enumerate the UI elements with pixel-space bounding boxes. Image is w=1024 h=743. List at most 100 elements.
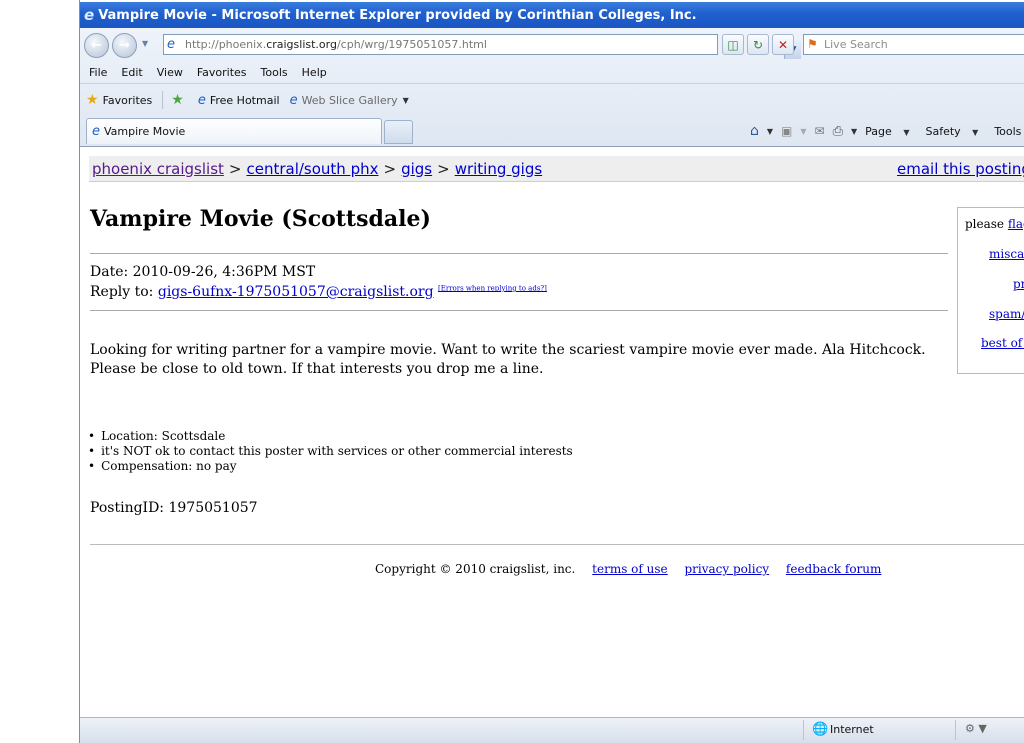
new-tab-button[interactable] bbox=[384, 120, 413, 144]
globe-icon: 🌐 bbox=[812, 722, 829, 737]
page-content: phoenix craigslist > central/south phx >… bbox=[80, 147, 1024, 717]
back-arrow-icon: ← bbox=[91, 38, 102, 53]
favorites-star-icon: ★ bbox=[86, 92, 99, 108]
flag-prohibited-link[interactable]: prohibited bbox=[1013, 277, 1024, 291]
home-icon[interactable]: ⌂ bbox=[750, 123, 759, 139]
flag-prompt-row: please flag bbox=[965, 217, 1024, 231]
history-dropdown-icon[interactable]: ▼ bbox=[142, 39, 148, 48]
menu-file[interactable]: File bbox=[89, 66, 107, 79]
compatibility-view-button[interactable]: ◫ bbox=[722, 34, 744, 55]
flag-item-row: best of craigslist bbox=[981, 336, 1024, 350]
privacy-policy-link[interactable]: privacy policy bbox=[684, 562, 769, 576]
forward-button[interactable]: → bbox=[112, 33, 137, 58]
reply-to-line: Reply to: gigs-6ufnx-1975051057@craigsli… bbox=[90, 284, 547, 300]
list-item: it's NOT ok to contact this poster with … bbox=[88, 444, 573, 459]
posting-date: Date: 2010-09-26, 4:36PM MST bbox=[90, 264, 316, 280]
window-title: Vampire Movie - Microsoft Internet Explo… bbox=[98, 7, 697, 23]
favorites-label: Favorites bbox=[102, 93, 153, 107]
desktop-background bbox=[0, 0, 80, 743]
search-placeholder: Live Search bbox=[824, 38, 888, 51]
tab-row: e Vampire Movie ⌂ ▼ ▣ ▼ ✉ ⎙ ▼ Page ▼ Saf… bbox=[80, 116, 1024, 146]
add-favorites-button[interactable]: ★ bbox=[171, 92, 188, 108]
menu-tools[interactable]: Tools bbox=[261, 66, 288, 79]
menu-bar: File Edit View Favorites Tools Help bbox=[80, 62, 1024, 84]
mail-icon[interactable]: ✉ bbox=[815, 124, 825, 138]
favorite-web-slice-gallery-label: Web Slice Gallery bbox=[301, 93, 398, 107]
refresh-icon: ↻ bbox=[752, 37, 764, 52]
menu-view[interactable]: View bbox=[157, 66, 183, 79]
feedback-forum-link[interactable]: feedback forum bbox=[786, 562, 881, 576]
breadcrumb-writing-gigs[interactable]: writing gigs bbox=[455, 160, 542, 178]
posting-title: Vampire Movie (Scottsdale) bbox=[90, 206, 431, 232]
breadcrumb-separator: > bbox=[383, 159, 397, 178]
list-item: Location: Scottsdale bbox=[88, 429, 573, 444]
command-bar: ⌂ ▼ ▣ ▼ ✉ ⎙ ▼ Page ▼ Safety ▼ Tools bbox=[750, 120, 1024, 142]
menu-edit[interactable]: Edit bbox=[121, 66, 142, 79]
copyright-text: Copyright © 2010 craigslist, inc. bbox=[375, 562, 576, 576]
favorites-bar: ★ Favorites ★ e Free Hotmail e Web Slice… bbox=[80, 86, 1024, 114]
url-prefix: http://phoenix. bbox=[185, 38, 267, 51]
tab-label: Vampire Movie bbox=[104, 125, 186, 138]
refresh-button[interactable]: ↻ bbox=[747, 34, 769, 55]
stop-button[interactable]: ✕ bbox=[772, 34, 794, 55]
page-icon: e bbox=[167, 37, 175, 52]
close-icon: ✕ bbox=[777, 37, 789, 52]
tools-menu[interactable]: Tools bbox=[994, 125, 1021, 138]
print-icon[interactable]: ⎙ bbox=[833, 124, 843, 139]
footer: Copyright © 2010 craigslist, inc. terms … bbox=[375, 562, 881, 576]
favorites-separator bbox=[162, 91, 164, 109]
browser-window: e Vampire Movie - Microsoft Internet Exp… bbox=[79, 0, 1024, 743]
page-menu[interactable]: Page ▼ bbox=[865, 125, 917, 138]
search-input[interactable]: ⚑ Live Search bbox=[803, 34, 1024, 55]
footer-divider bbox=[90, 544, 1024, 545]
live-search-icon: ⚑ bbox=[807, 37, 818, 51]
url-host: craigslist.org bbox=[266, 38, 337, 51]
ie-page-icon: e bbox=[289, 92, 298, 108]
breadcrumb-separator: > bbox=[437, 159, 450, 178]
breadcrumb-gigs[interactable]: gigs bbox=[401, 160, 432, 178]
favorite-free-hotmail-label: Free Hotmail bbox=[209, 93, 280, 107]
protected-mode-icon[interactable]: ⚙ ▼ bbox=[965, 722, 987, 735]
menu-favorites[interactable]: Favorites bbox=[197, 66, 247, 79]
posting-id: PostingID: 1975051057 bbox=[90, 500, 258, 516]
chevron-down-icon: ▼ bbox=[402, 95, 409, 105]
reply-to-label: Reply to: bbox=[90, 284, 154, 300]
safety-menu[interactable]: Safety ▼ bbox=[925, 125, 986, 138]
flag-spam-link[interactable]: spam/overpost bbox=[989, 307, 1024, 321]
ie-page-icon: e bbox=[197, 92, 206, 108]
page-menu-label: Page bbox=[865, 124, 892, 138]
reply-errors-link[interactable]: [Errors when replying to ads?] bbox=[438, 284, 547, 292]
email-posting-link[interactable]: email this posting to a friend bbox=[897, 156, 1024, 182]
title-bar[interactable]: e Vampire Movie - Microsoft Internet Exp… bbox=[80, 2, 1024, 28]
feeds-icon[interactable]: ▣ bbox=[781, 124, 792, 138]
add-to-favorites-icon: ★ bbox=[171, 92, 184, 108]
flag-link[interactable]: flag bbox=[1008, 217, 1024, 231]
status-bar: 🌐 Internet ⚙ ▼ bbox=[80, 717, 1024, 743]
reply-email-link[interactable]: gigs-6ufnx-1975051057@craigslist.org bbox=[158, 284, 434, 300]
flag-miscategorized-link[interactable]: miscategorized bbox=[989, 247, 1024, 261]
breadcrumb-central-south-phx[interactable]: central/south phx bbox=[246, 160, 378, 178]
menu-help[interactable]: Help bbox=[302, 66, 327, 79]
back-button[interactable]: ← bbox=[84, 33, 109, 58]
flag-best-of-link[interactable]: best of craigslist bbox=[981, 336, 1024, 350]
list-item: Compensation: no pay bbox=[88, 459, 573, 474]
forward-arrow-icon: → bbox=[119, 38, 130, 53]
terms-of-use-link[interactable]: terms of use bbox=[592, 562, 667, 576]
home-dropdown-icon[interactable]: ▼ bbox=[767, 127, 773, 136]
feeds-dropdown-icon[interactable]: ▼ bbox=[800, 127, 806, 136]
print-dropdown-icon[interactable]: ▼ bbox=[851, 127, 857, 136]
flag-item-row: spam/overpost bbox=[989, 307, 1024, 321]
flag-item-row: miscategorized bbox=[989, 247, 1024, 261]
security-zone[interactable]: Internet bbox=[830, 723, 874, 736]
status-divider bbox=[803, 720, 804, 740]
favorites-button[interactable]: ★ Favorites bbox=[86, 92, 152, 108]
ie-page-icon: e bbox=[92, 124, 100, 139]
favorite-web-slice-gallery[interactable]: e Web Slice Gallery ▼ bbox=[290, 93, 409, 108]
tab-vampire-movie[interactable]: e Vampire Movie bbox=[86, 118, 382, 144]
favorite-free-hotmail[interactable]: e Free Hotmail bbox=[198, 93, 280, 108]
ie-logo-icon: e bbox=[84, 6, 95, 24]
meta-divider bbox=[90, 310, 948, 311]
breadcrumb-phoenix-craigslist[interactable]: phoenix craigslist bbox=[92, 160, 224, 178]
address-bar[interactable]: e http://phoenix. craigslist.org/cph/wrg/… bbox=[163, 34, 801, 59]
url-path: /cph/wrg/1975051057.html bbox=[336, 38, 487, 51]
